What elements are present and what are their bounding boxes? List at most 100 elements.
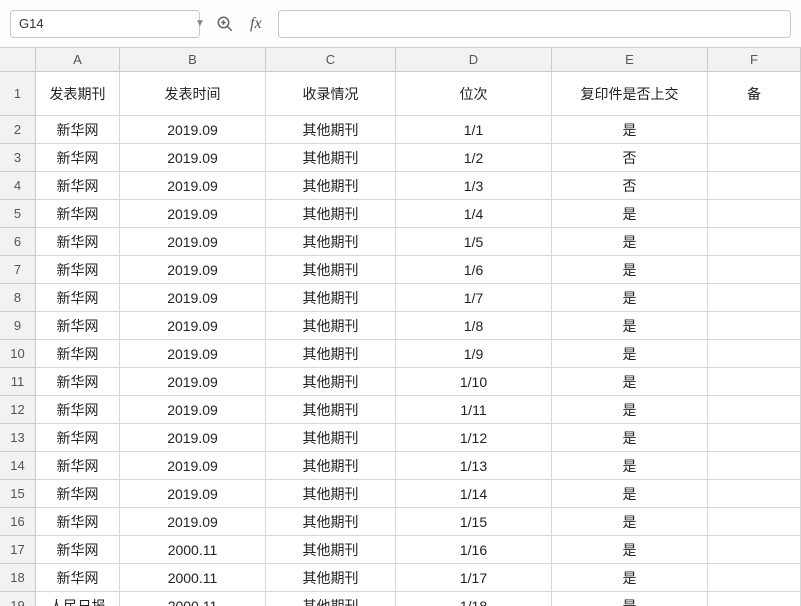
- column-header-D[interactable]: D: [396, 48, 552, 71]
- cell-A19[interactable]: 人民日报: [36, 592, 120, 606]
- cell-F12[interactable]: [708, 396, 801, 424]
- header-cell-B[interactable]: 发表时间: [120, 72, 266, 116]
- cell-F14[interactable]: [708, 452, 801, 480]
- row-header-15[interactable]: 15: [0, 480, 35, 508]
- select-all-corner[interactable]: [0, 48, 36, 72]
- cell-C15[interactable]: 其他期刊: [266, 480, 396, 508]
- cell-F9[interactable]: [708, 312, 801, 340]
- cell-E5[interactable]: 是: [552, 200, 708, 228]
- cell-C17[interactable]: 其他期刊: [266, 536, 396, 564]
- cell-C5[interactable]: 其他期刊: [266, 200, 396, 228]
- cell-reference-dropdown-icon[interactable]: ▼: [195, 18, 205, 29]
- cell-C3[interactable]: 其他期刊: [266, 144, 396, 172]
- row-header-18[interactable]: 18: [0, 564, 35, 592]
- cell-B7[interactable]: 2019.09: [120, 256, 266, 284]
- row-header-11[interactable]: 11: [0, 368, 35, 396]
- cell-D6[interactable]: 1/5: [396, 228, 552, 256]
- cell-F18[interactable]: [708, 564, 801, 592]
- cell-B9[interactable]: 2019.09: [120, 312, 266, 340]
- header-cell-A[interactable]: 发表期刊: [36, 72, 120, 116]
- cell-D17[interactable]: 1/16: [396, 536, 552, 564]
- row-header-3[interactable]: 3: [0, 144, 35, 172]
- row-header-4[interactable]: 4: [0, 172, 35, 200]
- row-header-6[interactable]: 6: [0, 228, 35, 256]
- cell-E17[interactable]: 是: [552, 536, 708, 564]
- cell-B16[interactable]: 2019.09: [120, 508, 266, 536]
- cell-C8[interactable]: 其他期刊: [266, 284, 396, 312]
- cell-A12[interactable]: 新华网: [36, 396, 120, 424]
- cell-A18[interactable]: 新华网: [36, 564, 120, 592]
- cell-A17[interactable]: 新华网: [36, 536, 120, 564]
- cell-D16[interactable]: 1/15: [396, 508, 552, 536]
- formula-input[interactable]: [278, 10, 791, 38]
- cell-A3[interactable]: 新华网: [36, 144, 120, 172]
- cell-reference-box[interactable]: ▼: [10, 10, 200, 38]
- cell-D19[interactable]: 1/18: [396, 592, 552, 606]
- column-header-C[interactable]: C: [266, 48, 396, 71]
- cell-reference-input[interactable]: [19, 16, 195, 31]
- cell-B2[interactable]: 2019.09: [120, 116, 266, 144]
- cell-D15[interactable]: 1/14: [396, 480, 552, 508]
- header-cell-F[interactable]: 备: [708, 72, 801, 116]
- header-cell-E[interactable]: 复印件是否上交: [552, 72, 708, 116]
- cell-E18[interactable]: 是: [552, 564, 708, 592]
- cell-A8[interactable]: 新华网: [36, 284, 120, 312]
- row-header-16[interactable]: 16: [0, 508, 35, 536]
- cell-A14[interactable]: 新华网: [36, 452, 120, 480]
- cell-F16[interactable]: [708, 508, 801, 536]
- cell-E6[interactable]: 是: [552, 228, 708, 256]
- cell-C10[interactable]: 其他期刊: [266, 340, 396, 368]
- row-header-19[interactable]: 19: [0, 592, 35, 606]
- column-header-E[interactable]: E: [552, 48, 708, 71]
- row-header-9[interactable]: 9: [0, 312, 35, 340]
- cell-A11[interactable]: 新华网: [36, 368, 120, 396]
- column-header-F[interactable]: F: [708, 48, 801, 71]
- cell-E16[interactable]: 是: [552, 508, 708, 536]
- cell-D2[interactable]: 1/1: [396, 116, 552, 144]
- row-header-10[interactable]: 10: [0, 340, 35, 368]
- row-header-2[interactable]: 2: [0, 116, 35, 144]
- cell-E4[interactable]: 否: [552, 172, 708, 200]
- cell-E12[interactable]: 是: [552, 396, 708, 424]
- cell-D3[interactable]: 1/2: [396, 144, 552, 172]
- cell-A16[interactable]: 新华网: [36, 508, 120, 536]
- row-header-12[interactable]: 12: [0, 396, 35, 424]
- cell-E8[interactable]: 是: [552, 284, 708, 312]
- row-header-14[interactable]: 14: [0, 452, 35, 480]
- cell-F10[interactable]: [708, 340, 801, 368]
- header-cell-C[interactable]: 收录情况: [266, 72, 396, 116]
- cell-C2[interactable]: 其他期刊: [266, 116, 396, 144]
- cell-F8[interactable]: [708, 284, 801, 312]
- cell-E10[interactable]: 是: [552, 340, 708, 368]
- cell-A15[interactable]: 新华网: [36, 480, 120, 508]
- cell-A13[interactable]: 新华网: [36, 424, 120, 452]
- cell-C13[interactable]: 其他期刊: [266, 424, 396, 452]
- cell-E2[interactable]: 是: [552, 116, 708, 144]
- cell-D8[interactable]: 1/7: [396, 284, 552, 312]
- cell-D14[interactable]: 1/13: [396, 452, 552, 480]
- cells-area[interactable]: 发表期刊发表时间收录情况位次复印件是否上交备新华网2019.09其他期刊1/1是…: [36, 72, 801, 606]
- fx-label[interactable]: fx: [250, 15, 262, 33]
- cell-F5[interactable]: [708, 200, 801, 228]
- cell-E13[interactable]: 是: [552, 424, 708, 452]
- cell-C18[interactable]: 其他期刊: [266, 564, 396, 592]
- cell-B12[interactable]: 2019.09: [120, 396, 266, 424]
- cell-B3[interactable]: 2019.09: [120, 144, 266, 172]
- cell-B14[interactable]: 2019.09: [120, 452, 266, 480]
- row-header-17[interactable]: 17: [0, 536, 35, 564]
- cell-A5[interactable]: 新华网: [36, 200, 120, 228]
- cell-C9[interactable]: 其他期刊: [266, 312, 396, 340]
- cell-A9[interactable]: 新华网: [36, 312, 120, 340]
- cell-D18[interactable]: 1/17: [396, 564, 552, 592]
- cell-B5[interactable]: 2019.09: [120, 200, 266, 228]
- cell-E19[interactable]: 是: [552, 592, 708, 606]
- cell-C16[interactable]: 其他期刊: [266, 508, 396, 536]
- column-header-A[interactable]: A: [36, 48, 120, 71]
- cell-E15[interactable]: 是: [552, 480, 708, 508]
- cell-D13[interactable]: 1/12: [396, 424, 552, 452]
- cell-B11[interactable]: 2019.09: [120, 368, 266, 396]
- cell-B17[interactable]: 2000.11: [120, 536, 266, 564]
- header-cell-D[interactable]: 位次: [396, 72, 552, 116]
- row-header-5[interactable]: 5: [0, 200, 35, 228]
- cell-A6[interactable]: 新华网: [36, 228, 120, 256]
